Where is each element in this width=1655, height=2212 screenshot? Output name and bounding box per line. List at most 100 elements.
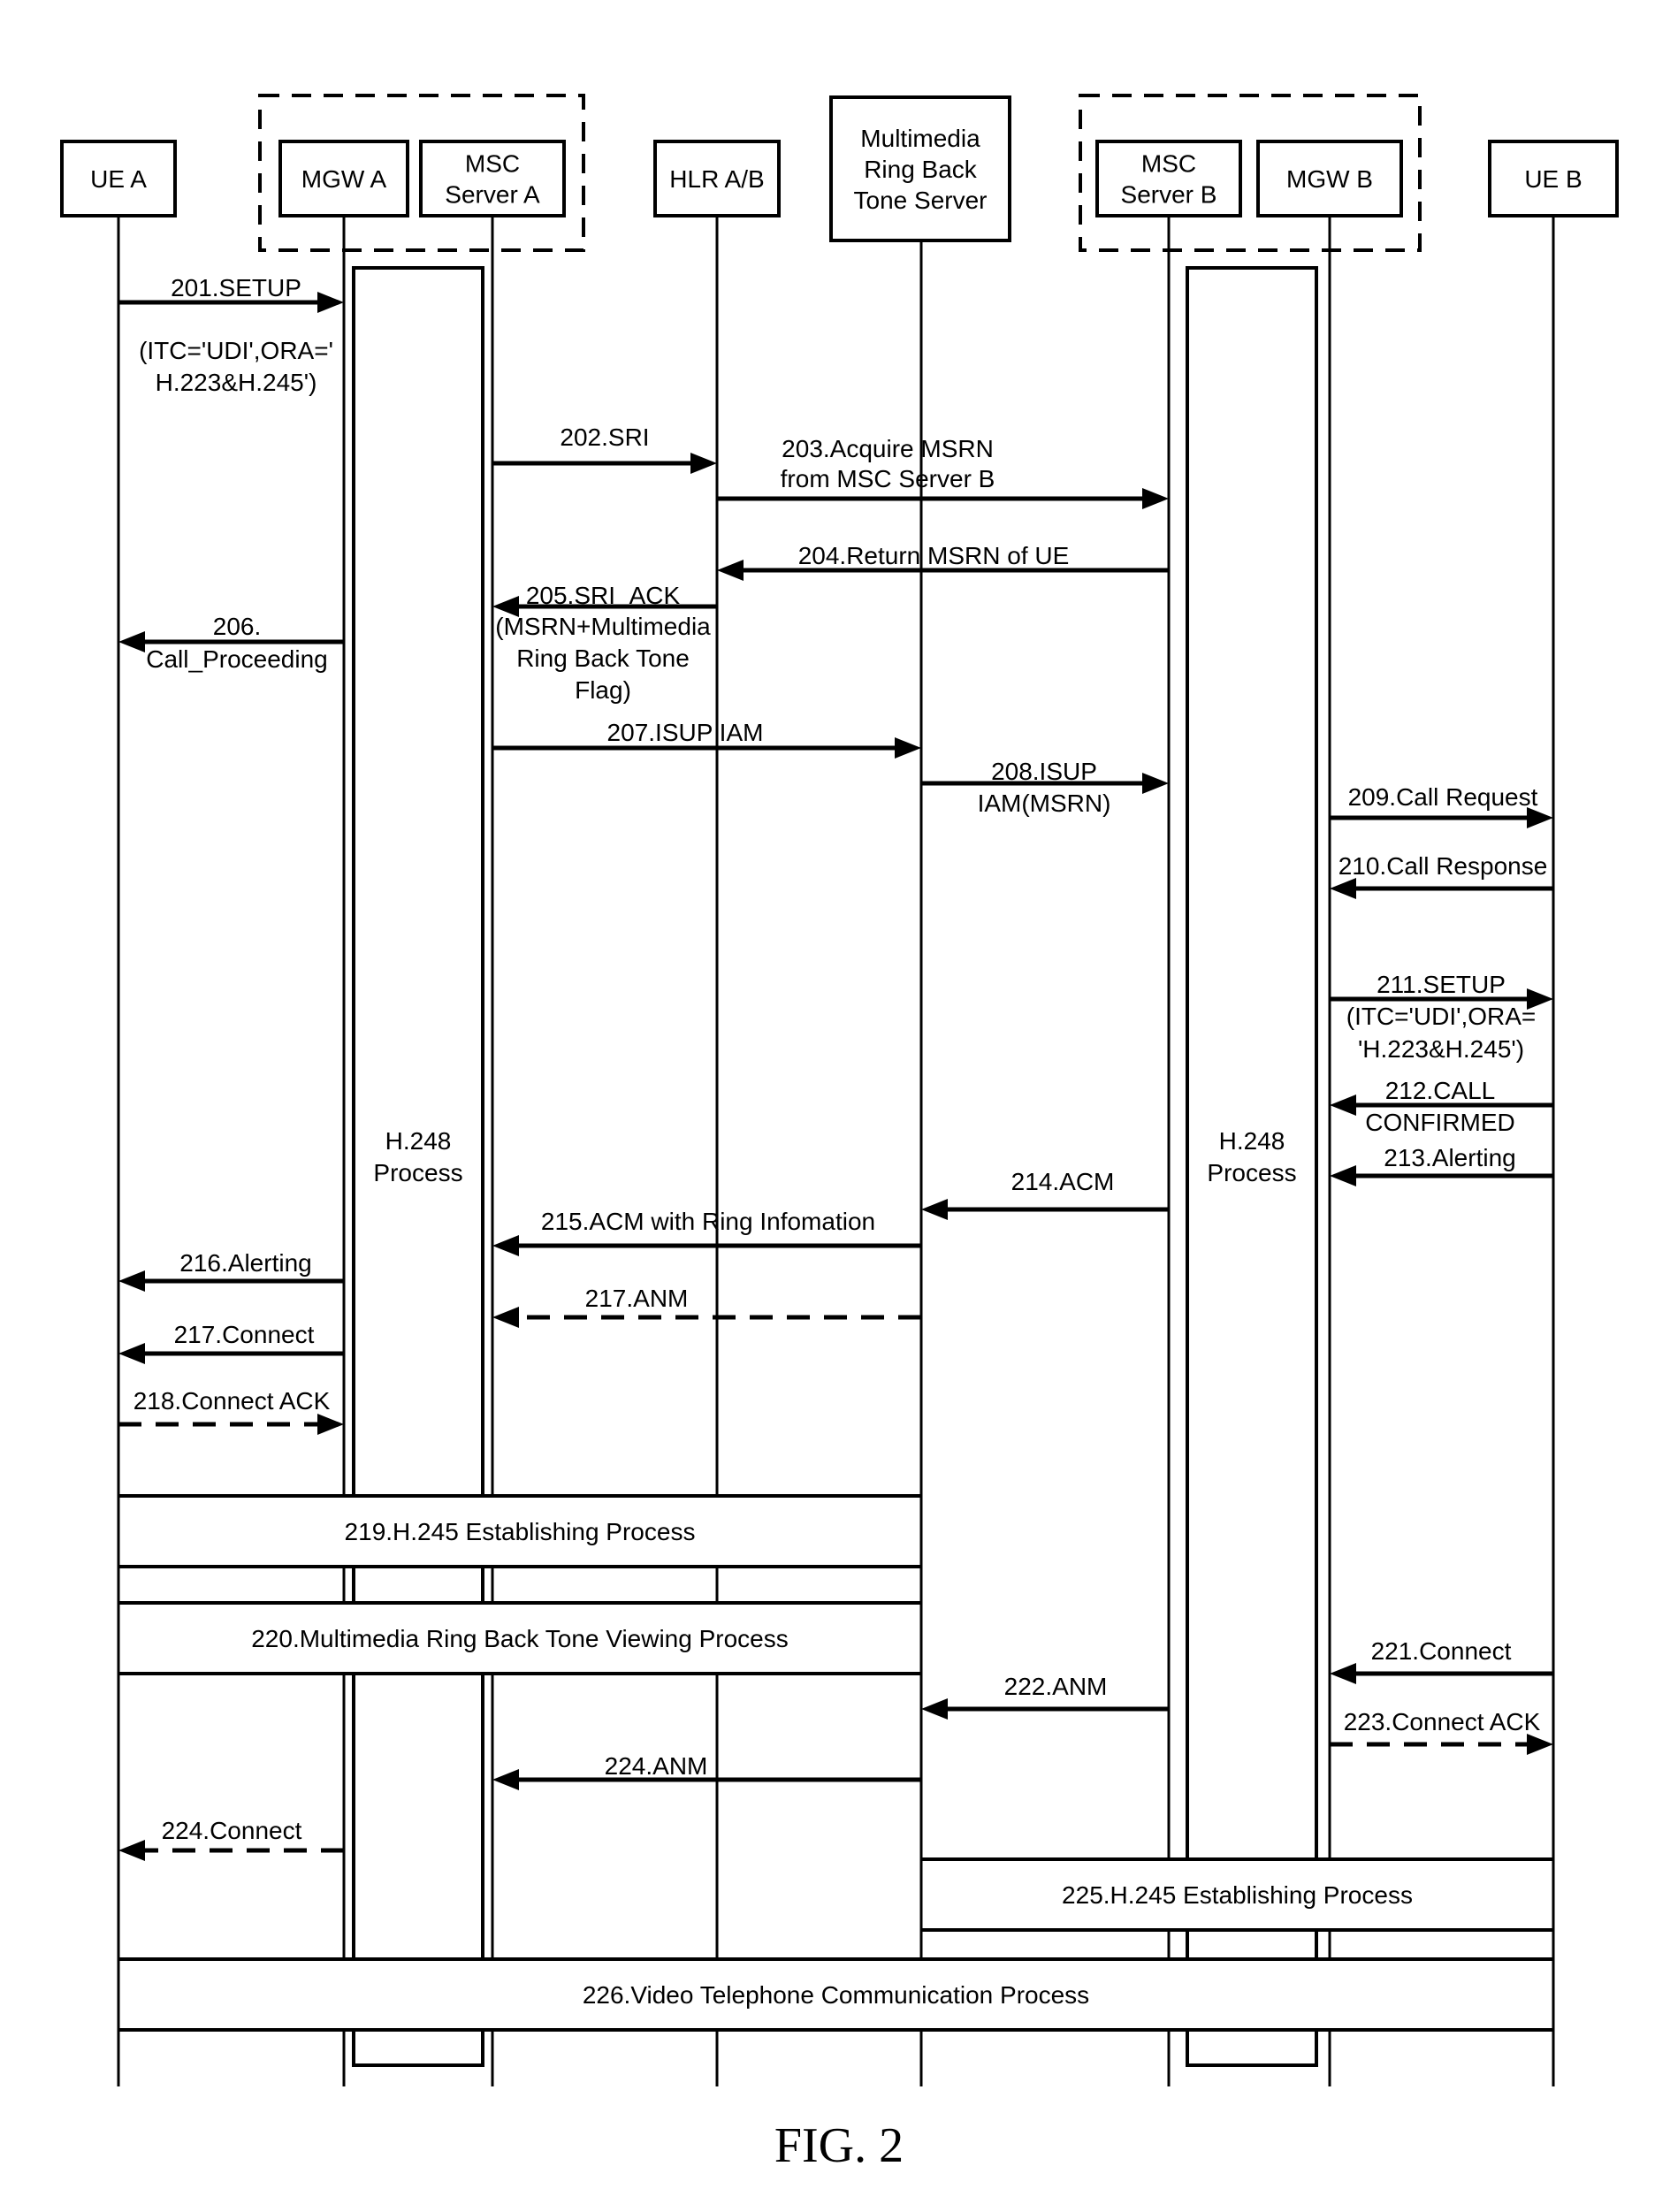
message-label: 218.Connect ACK bbox=[133, 1387, 331, 1415]
message-label: Ring Back Tone bbox=[516, 645, 690, 672]
entity-ue-b: UE B bbox=[1488, 140, 1619, 217]
message-214: 214.ACM bbox=[921, 1168, 1169, 1220]
message-label: 206. bbox=[213, 613, 262, 640]
message-205: 205.SRI_ACK (MSRN+Multimedia Ring Back Ton… bbox=[492, 582, 717, 704]
message-label: 214.ACM bbox=[1011, 1168, 1115, 1195]
message-label: (MSRN+Multimedia bbox=[495, 613, 711, 640]
arrow-right-icon bbox=[317, 1414, 344, 1435]
process-band-225: 225.H.245 Establishing Process bbox=[919, 1857, 1555, 1932]
message-224b: 224.Connect bbox=[118, 1817, 344, 1861]
arrow-left-icon bbox=[118, 1343, 145, 1364]
h248-process-label: H.248 bbox=[385, 1127, 452, 1155]
message-221: 221.Connect bbox=[1330, 1637, 1553, 1684]
message-label: 213.Alerting bbox=[1384, 1144, 1515, 1171]
message-215: 215.ACM with Ring Infomation bbox=[492, 1208, 921, 1256]
message-209: 209.Call Request bbox=[1330, 783, 1553, 828]
message-label: 201.SETUP bbox=[171, 274, 301, 301]
arrow-left-icon bbox=[118, 1840, 145, 1861]
message-label: 224.Connect bbox=[162, 1817, 302, 1844]
entity-label: MGW B bbox=[1286, 165, 1373, 193]
message-label: H.223&H.245') bbox=[156, 369, 317, 396]
arrow-left-icon bbox=[492, 1769, 519, 1790]
message-207: 207.ISUP IAM bbox=[492, 719, 921, 759]
message-label: 217.ANM bbox=[585, 1285, 689, 1312]
entity-mrbt: Multimedia Ring Back Tone Server bbox=[829, 95, 1011, 242]
process-band-220: 220.Multimedia Ring Back Tone Viewing Pr… bbox=[117, 1601, 923, 1675]
entity-msc-a: MSC Server A bbox=[419, 140, 566, 217]
arrow-left-icon bbox=[1330, 1663, 1356, 1684]
entity-ue-a: UE A bbox=[60, 140, 177, 217]
arrow-left-icon bbox=[921, 1199, 948, 1220]
message-203: 203.Acquire MSRN from MSC Server B bbox=[717, 435, 1169, 509]
message-223: 223.Connect ACK bbox=[1330, 1708, 1553, 1755]
message-204: 204.Return MSRN of UE bbox=[717, 542, 1169, 581]
message-label: 212.CALL bbox=[1385, 1077, 1496, 1104]
message-216: 216.Alerting bbox=[118, 1249, 344, 1292]
message-label: 210.Call Response bbox=[1338, 852, 1548, 880]
message-label: 205.SRI_ACK bbox=[526, 582, 681, 609]
message-210: 210.Call Response bbox=[1330, 852, 1553, 899]
message-label: Flag) bbox=[575, 676, 631, 704]
message-224a: 224.ANM bbox=[492, 1752, 921, 1790]
arrow-right-icon bbox=[317, 292, 344, 313]
message-217a: 217.ANM bbox=[492, 1285, 921, 1328]
message-label: 223.Connect ACK bbox=[1344, 1708, 1541, 1735]
message-208: 208.ISUP IAM(MSRN) bbox=[921, 758, 1169, 817]
entity-label: UE A bbox=[90, 165, 147, 193]
entity-label: Tone Server bbox=[854, 187, 988, 214]
arrow-right-icon bbox=[1527, 1734, 1553, 1755]
arrow-left-icon bbox=[921, 1698, 948, 1720]
arrow-right-icon bbox=[895, 737, 921, 759]
message-label: 209.Call Request bbox=[1348, 783, 1538, 811]
entity-label: Server B bbox=[1121, 181, 1217, 209]
figure-label: FIG. 2 bbox=[774, 2118, 904, 2173]
process-band-226: 226.Video Telephone Communication Proces… bbox=[117, 1957, 1555, 2032]
message-label: 207.ISUP IAM bbox=[607, 719, 764, 746]
entity-hlr: HLR A/B bbox=[653, 140, 781, 217]
arrow-left-icon bbox=[492, 1307, 519, 1328]
entity-mgw-b: MGW B bbox=[1256, 140, 1403, 217]
message-222: 222.ANM bbox=[921, 1673, 1169, 1720]
h248-process-mgw-b: H.248 Process bbox=[1186, 266, 1318, 2067]
entity-msc-b: MSC Server B bbox=[1095, 140, 1242, 217]
message-label: 208.ISUP bbox=[991, 758, 1097, 785]
entity-label: Server A bbox=[445, 181, 540, 209]
message-218: 218.Connect ACK bbox=[118, 1387, 344, 1435]
message-label: (ITC='UDI',ORA= bbox=[1346, 1003, 1537, 1030]
entity-label: Multimedia bbox=[860, 125, 980, 152]
message-label: 204.Return MSRN of UE bbox=[798, 542, 1070, 569]
entity-label: HLR A/B bbox=[669, 165, 764, 193]
message-206: 206. Call_Proceeding bbox=[118, 613, 344, 673]
entity-label: Ring Back bbox=[864, 156, 978, 183]
entity-label: UE B bbox=[1524, 165, 1582, 193]
message-217b: 217.Connect bbox=[118, 1321, 344, 1364]
process-band-219: 219.H.245 Establishing Process bbox=[117, 1494, 923, 1568]
arrow-left-icon bbox=[1330, 1095, 1356, 1116]
message-label: 215.ACM with Ring Infomation bbox=[541, 1208, 875, 1235]
h248-process-label: Process bbox=[1207, 1159, 1296, 1186]
message-label: 'H.223&H.245') bbox=[1358, 1035, 1524, 1063]
arrow-right-icon bbox=[690, 453, 717, 474]
sequence-diagram: H.248 Process H.248 Process UE A MGW A MSC Ser… bbox=[60, 94, 1619, 2173]
message-label: Call_Proceeding bbox=[146, 645, 327, 673]
message-label: 211.SETUP bbox=[1377, 971, 1506, 998]
h248-process-label: H.248 bbox=[1219, 1127, 1285, 1155]
message-label: 202.SRI bbox=[560, 423, 649, 451]
arrow-left-icon bbox=[1330, 878, 1356, 899]
process-label: 220.Multimedia Ring Back Tone Viewing Pr… bbox=[251, 1625, 789, 1652]
message-label: from MSC Server B bbox=[781, 465, 995, 492]
arrow-right-icon bbox=[1142, 773, 1169, 794]
message-201: 201.SETUP (ITC='UDI',ORA=' H.223&H.245') bbox=[118, 274, 344, 396]
message-label: CONFIRMED bbox=[1365, 1109, 1515, 1136]
message-213: 213.Alerting bbox=[1330, 1144, 1553, 1186]
message-label: 221.Connect bbox=[1371, 1637, 1512, 1665]
arrow-left-icon bbox=[118, 631, 145, 652]
arrow-left-icon bbox=[717, 560, 744, 581]
message-label: 217.Connect bbox=[174, 1321, 315, 1348]
message-label: 203.Acquire MSRN bbox=[782, 435, 994, 462]
message-211: 211.SETUP (ITC='UDI',ORA= 'H.223&H.245') bbox=[1330, 971, 1553, 1063]
arrow-left-icon bbox=[1330, 1165, 1356, 1186]
h248-process-mgw-a: H.248 Process bbox=[352, 266, 484, 2067]
h248-process-label: Process bbox=[373, 1159, 462, 1186]
process-label: 225.H.245 Establishing Process bbox=[1062, 1881, 1413, 1909]
